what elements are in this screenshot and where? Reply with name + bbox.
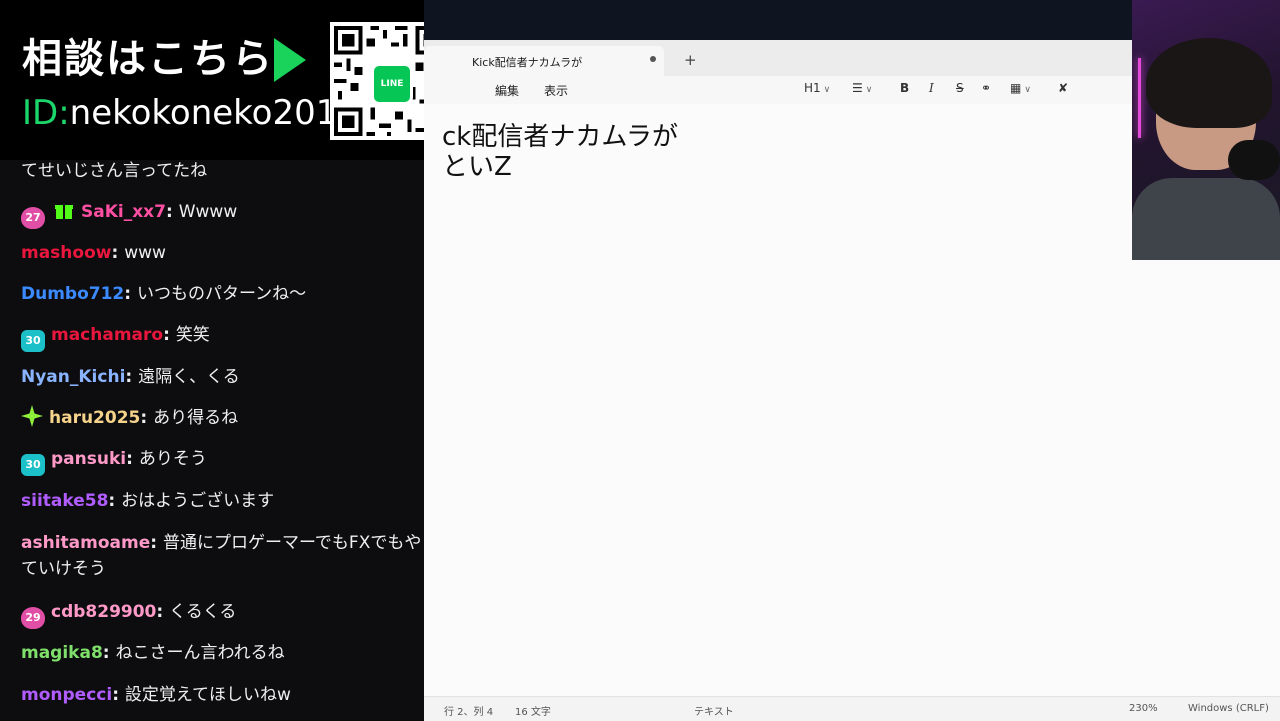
chevron-down-icon: ∨ <box>823 85 831 95</box>
chat-username[interactable]: SaKi_xx7 <box>81 202 166 222</box>
message-text: 遠隔く、くる <box>138 367 240 387</box>
strikethrough-button[interactable]: S <box>956 81 964 95</box>
streamer-hair <box>1146 38 1272 128</box>
separator: : <box>140 408 154 428</box>
desktop-background <box>424 0 1132 40</box>
document-line[interactable]: といZ <box>442 146 512 183</box>
line-ending[interactable]: Windows (CRLF) <box>1188 703 1269 714</box>
separator: : <box>112 685 125 705</box>
status-bar: 行 2、列 4 16 文字 テキスト 230% Windows (CRLF) <box>424 696 1280 721</box>
message-text: Wwww <box>178 202 238 222</box>
separator: : <box>125 367 139 387</box>
message-text: いつものパターンね〜 <box>136 284 307 304</box>
bold-button[interactable]: B <box>900 81 909 95</box>
separator: : <box>111 243 125 263</box>
chat-username[interactable]: siitake58 <box>21 491 108 511</box>
subscriber-badge: 30 <box>21 330 45 352</box>
banner-title: 相談はこちら <box>22 36 274 82</box>
chat-message: magika8: ねこさーん言われるね <box>21 640 424 666</box>
tab-document[interactable]: Kick配信者ナカムラが <box>424 46 664 76</box>
chat-message: monpecci: 設定覚えてほしいねw <box>21 682 424 708</box>
separator: : <box>165 202 179 222</box>
chevron-down-icon: ∨ <box>1024 85 1031 95</box>
chat-message: siitake58: おはようございます <box>21 488 424 514</box>
subscriber-badge: 30 <box>21 454 45 476</box>
chat-message: てせいじさん言ってたね <box>21 158 424 184</box>
subscriber-badge: 27 <box>21 207 45 229</box>
unsaved-dot-icon[interactable] <box>650 56 656 62</box>
separator: : <box>108 491 122 511</box>
line-logo-icon: LINE <box>371 63 413 105</box>
chat-username[interactable]: monpecci <box>21 685 112 705</box>
streamer-shirt <box>1132 178 1280 260</box>
chat-message: 30 pansuki: ありそう <box>21 446 424 476</box>
microphone <box>1228 140 1280 180</box>
line-id: ID:nekokoneko2018 <box>22 93 359 133</box>
table-dropdown[interactable]: ▦ ∨ <box>1010 81 1031 95</box>
character-count: 16 文字 <box>515 707 551 718</box>
message-text: 設定覚えてほしいねw <box>124 685 291 705</box>
new-tab-button[interactable]: + <box>684 51 697 69</box>
line-id-prefix: ID: <box>22 93 70 133</box>
message-text: おはようございます <box>121 491 275 511</box>
neon-light <box>1138 58 1141 138</box>
menu-edit[interactable]: 編集 <box>495 82 519 99</box>
list-icon: ☰ <box>852 81 863 95</box>
chat-message: Dumbo712: いつものパターンね〜 <box>21 281 424 307</box>
separator: : <box>126 449 139 469</box>
heading-label: H1 <box>804 81 821 95</box>
line-id-value: nekokoneko2018 <box>69 93 359 133</box>
menu-view[interactable]: 表示 <box>544 82 568 99</box>
chat-username[interactable]: Dumbo712 <box>21 284 124 304</box>
chat-message: haru2025: あり得るね <box>21 405 424 431</box>
clear-formatting-icon[interactable]: ✘ <box>1058 81 1068 95</box>
chat-message: 29 cdb829900: くるくる <box>21 599 424 629</box>
play-arrow-icon <box>274 38 306 82</box>
link-icon[interactable]: ⚭ <box>981 81 991 95</box>
separator: : <box>124 284 137 304</box>
separator: : <box>150 533 163 553</box>
chat-username[interactable]: machamaro <box>51 325 163 345</box>
chat-message: ashitamoame: 普通にプロゲーマーでもFXでもやていけそう <box>21 530 424 582</box>
separator: : <box>102 643 116 663</box>
webcam-feed <box>1132 0 1280 260</box>
tab-title: Kick配信者ナカムラが <box>472 56 583 69</box>
format-indicator[interactable]: テキスト <box>694 703 734 718</box>
chat-username[interactable]: ashitamoame <box>21 533 150 553</box>
message-text: あり得るね <box>153 408 239 428</box>
chat-message: mashoow: www <box>21 240 424 266</box>
chat-message: 30 machamaro: 笑笑 <box>21 322 424 352</box>
chat-username[interactable]: haru2025 <box>49 408 140 428</box>
chat-username[interactable]: cdb829900 <box>51 602 156 622</box>
list-dropdown[interactable]: ☰ ∨ <box>852 81 872 95</box>
chat-username[interactable]: Nyan_Kichi <box>21 367 125 387</box>
sparkle-icon <box>21 405 43 427</box>
separator: : <box>156 602 170 622</box>
chat-username[interactable]: pansuki <box>51 449 126 469</box>
italic-button[interactable]: I <box>929 81 934 95</box>
chat-username[interactable]: magika8 <box>21 643 103 663</box>
subscriber-badge: 29 <box>21 607 45 629</box>
chat-message: Nyan_Kichi: 遠隔く、くる <box>21 364 424 390</box>
message-text: www <box>124 243 166 263</box>
gift-icon <box>53 201 75 223</box>
message-text: ありそう <box>138 449 207 469</box>
chat-message: 27 SaKi_xx7: Wwww <box>21 199 424 229</box>
chat-username[interactable]: mashoow <box>21 243 111 263</box>
zoom-level[interactable]: 230% <box>1129 703 1158 714</box>
chevron-down-icon: ∨ <box>865 85 873 95</box>
separator: : <box>163 325 176 345</box>
table-icon: ▦ <box>1010 81 1022 95</box>
heading-dropdown[interactable]: H1 ∨ <box>804 81 830 95</box>
message-text: くるくる <box>169 602 237 622</box>
consultation-banner: 相談はこちら ID:nekokoneko2018 LINE <box>0 0 470 160</box>
message-text: てせいじさん言ってたね <box>21 161 208 181</box>
cursor-position: 行 2、列 4 <box>444 707 494 718</box>
message-text: 笑笑 <box>175 325 210 345</box>
message-text: ねこさーん言われるね <box>115 643 285 663</box>
